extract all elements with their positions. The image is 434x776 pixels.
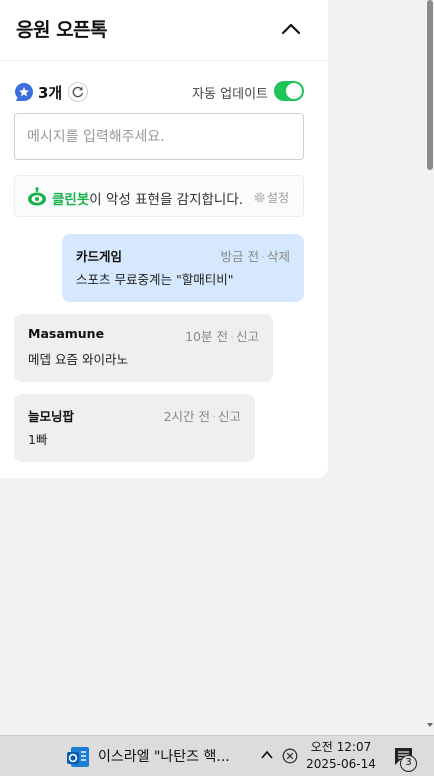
- refresh-icon: [72, 86, 84, 98]
- refresh-button[interactable]: [68, 82, 88, 102]
- clock-date: 2025-06-14: [306, 757, 376, 771]
- message-text: 스포츠 무료중계는 "할매티비": [76, 272, 234, 287]
- taskbar-clock[interactable]: 오전 12:07 2025-06-14: [306, 739, 376, 773]
- collapse-button[interactable]: [276, 14, 306, 44]
- star-badge-icon: [15, 83, 33, 101]
- toggle-knob: [286, 83, 302, 99]
- close-circle-icon[interactable]: [282, 748, 298, 764]
- cleanbot-text: 클린봇이 악성 표현을 감지합니다.: [52, 188, 243, 208]
- auto-update-label: 자동 업데이트: [192, 87, 268, 102]
- meta-row: 3개 자동 업데이트: [14, 80, 304, 104]
- cleanbot-settings-button[interactable]: 설정: [253, 189, 289, 206]
- cleanbot-message: 이 악성 표현을 감지합니다.: [89, 192, 244, 208]
- vertical-scrollbar[interactable]: [426, 0, 434, 735]
- page-title: 응원 오픈톡: [16, 19, 108, 41]
- report-link[interactable]: 신고: [218, 409, 241, 424]
- panel-header: 응원 오픈톡: [0, 0, 328, 61]
- message-time: 10분 전: [185, 329, 228, 344]
- notification-count-badge: 3: [400, 755, 417, 772]
- scroll-thumb[interactable]: [427, 0, 433, 170]
- scroll-down-icon[interactable]: [427, 722, 433, 728]
- message-time: 2시간 전: [163, 409, 210, 424]
- delete-link[interactable]: 삭제: [267, 249, 290, 264]
- message-meta: 방금 전 · 삭제: [220, 249, 290, 264]
- chat-message-mine: 카드게임 방금 전 · 삭제 스포츠 무료중계는 "할매티비": [62, 234, 304, 302]
- message-meta: 2시간 전 · 신고: [163, 409, 241, 424]
- news-icon[interactable]: [66, 746, 90, 768]
- chevron-up-icon: [281, 23, 301, 35]
- taskbar: 이스라엘 "나탄즈 핵... 오전 12:07 2025-06-14 3: [0, 735, 434, 776]
- tray-chevron-icon[interactable]: [260, 748, 274, 762]
- cleanbot-banner: 클린봇이 악성 표현을 감지합니다. 설정: [14, 175, 304, 217]
- clock-time: 오전 12:07: [310, 740, 372, 754]
- cleanbot-icon: [28, 187, 46, 206]
- message-time: 방금 전: [220, 249, 259, 264]
- message-author: 늘모닝팝: [28, 409, 75, 424]
- news-headline[interactable]: 이스라엘 "나탄즈 핵...: [98, 746, 230, 766]
- auto-update-toggle[interactable]: [274, 81, 304, 101]
- message-text: 메뎁 요즘 와이라노: [28, 352, 128, 367]
- message-text: 1빠: [28, 432, 48, 447]
- chat-message: 늘모닝팝 2시간 전 · 신고 1빠: [14, 394, 255, 462]
- chat-message: Masamune 10분 전 · 신고 메뎁 요즘 와이라노: [14, 314, 273, 382]
- report-link[interactable]: 신고: [236, 329, 259, 344]
- chat-panel: 응원 오픈톡 3개 자동 업데이트 메시지를 입력해주세요. 클린봇이 악성 표…: [0, 0, 328, 478]
- message-meta: 10분 전 · 신고: [185, 329, 259, 344]
- message-input[interactable]: [14, 113, 304, 160]
- gear-icon: [254, 192, 265, 203]
- cleanbot-name: 클린봇: [52, 192, 90, 208]
- message-author: 카드게임: [76, 249, 123, 264]
- message-author: Masamune: [28, 326, 105, 341]
- settings-label: 설정: [266, 191, 289, 205]
- message-count: 3개: [38, 84, 63, 102]
